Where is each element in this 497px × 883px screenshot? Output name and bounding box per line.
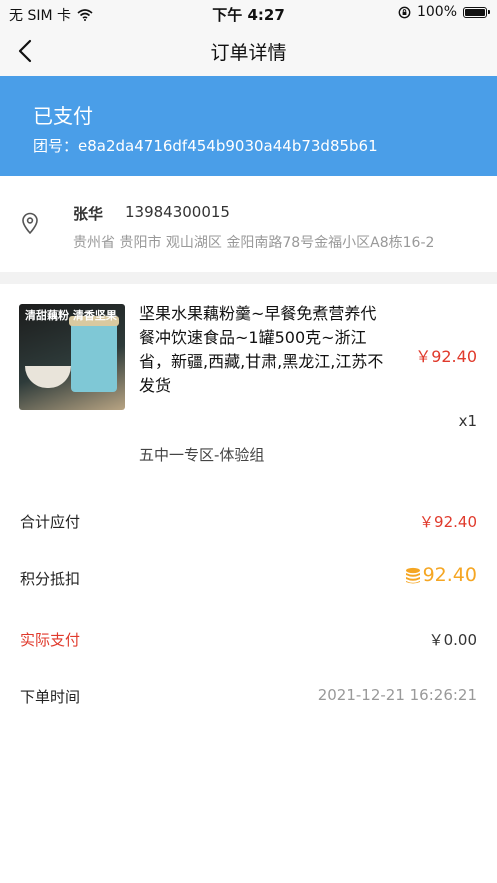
group-number-label: 团号：	[33, 137, 79, 155]
product-quantity: x1	[458, 412, 477, 430]
total-row: 合计应付 ￥92.40	[0, 501, 497, 541]
order-status-banner: 已支付 团号：e8a2da4716df454b9030a44b73d85b61	[0, 76, 497, 176]
battery-icon	[463, 6, 490, 18]
total-label: 合计应付	[20, 513, 81, 531]
paid-row: 实际支付 ￥0.00	[0, 619, 497, 659]
product-price: ￥92.40	[415, 347, 477, 366]
group-number-value: e8a2da4716df454b9030a44b73d85b61	[78, 137, 378, 155]
points-value-group: 92.40	[405, 564, 477, 586]
battery-percent: 100%	[416, 4, 457, 20]
product-item[interactable]: 清甜藕粉 清香坚果 坚果水果藕粉羹~早餐免煮营养代餐冲饮速食品~1罐500克~浙…	[0, 284, 497, 496]
points-row: 积分抵扣 92.40	[0, 558, 497, 598]
paid-value: ￥0.00	[428, 631, 477, 649]
product-title: 坚果水果藕粉羹~早餐免煮营养代餐冲饮速食品~1罐500克~浙江省，新疆,西藏,甘…	[139, 304, 384, 395]
order-time-label: 下单时间	[20, 688, 81, 706]
order-time-value: 2021-12-21 16:26:21	[317, 686, 477, 704]
recipient-phone: 13984300015	[125, 203, 230, 221]
points-value: 92.40	[422, 564, 477, 586]
order-status-text: 已支付	[33, 104, 93, 128]
total-value: ￥92.40	[419, 513, 477, 531]
points-label: 积分抵扣	[20, 570, 81, 588]
status-bar: 无 SIM 卡 下午 4:27 100%	[0, 0, 497, 26]
paid-label: 实际支付	[20, 631, 81, 649]
nav-bar: 订单详情	[0, 26, 497, 76]
page-title: 订单详情	[210, 42, 287, 64]
product-image: 清甜藕粉 清香坚果	[19, 304, 125, 410]
product-jar-illustration	[69, 316, 119, 392]
location-pin-icon	[22, 212, 38, 234]
group-number: 团号：e8a2da4716df454b9030a44b73d85b61	[33, 135, 378, 156]
order-time-row: 下单时间 2021-12-21 16:26:21	[0, 676, 497, 716]
address-detail: 贵州省 贵阳市 观山湖区 金阳南路78号金福小区A8栋16-2	[73, 235, 435, 251]
product-image-caption: 清甜藕粉 清香坚果	[25, 309, 117, 322]
section-divider	[0, 272, 497, 284]
status-right: 100%	[398, 4, 490, 20]
coin-stack-icon	[405, 567, 420, 583]
product-bowl-illustration	[25, 366, 71, 388]
product-spec: 五中一专区-体验组	[139, 446, 265, 464]
shipping-address: 张华 13984300015 贵州省 贵阳市 观山湖区 金阳南路78号金福小区A…	[0, 176, 497, 272]
recipient-name: 张华	[73, 205, 104, 223]
orientation-lock-icon	[398, 6, 411, 18]
